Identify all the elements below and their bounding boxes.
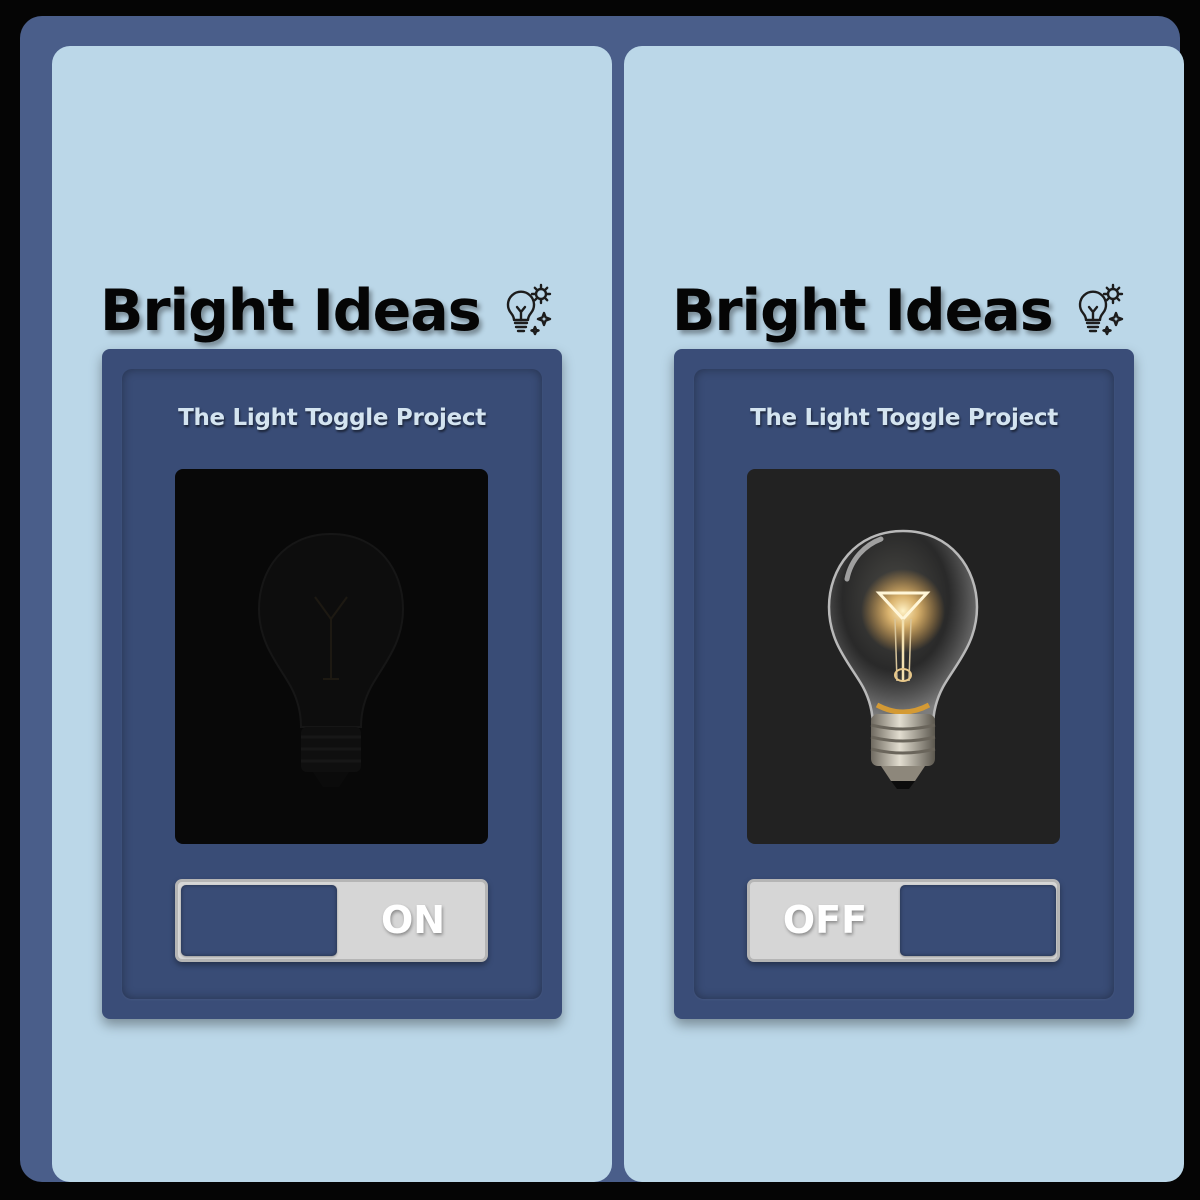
- toggle-card: The Light Toggle Project OFF: [674, 349, 1134, 1019]
- app-frame: Bright Ideas The Light Toggle Project ON…: [20, 16, 1184, 1182]
- toggle-knob[interactable]: [900, 885, 1056, 956]
- toggle-knob[interactable]: [181, 885, 337, 956]
- card-title: The Light Toggle Project: [750, 405, 1058, 431]
- lightbulb-off-image: [257, 532, 405, 787]
- lightbulb-on-image: [827, 529, 979, 789]
- light-toggle-switch[interactable]: OFF: [747, 879, 1060, 962]
- heading-title: Bright Ideas: [100, 278, 482, 344]
- light-toggle-switch[interactable]: ON: [175, 879, 488, 962]
- bulb-display: [175, 469, 488, 844]
- lightbulb-gear-sparkle-icon: [1069, 281, 1129, 341]
- panel-left: Bright Ideas The Light Toggle Project ON: [52, 46, 612, 1182]
- heading-title: Bright Ideas: [672, 278, 1054, 344]
- toggle-card-inner: The Light Toggle Project OFF: [694, 369, 1114, 999]
- toggle-card-inner: The Light Toggle Project ON: [122, 369, 542, 999]
- toggle-label: ON: [380, 898, 446, 942]
- toggle-card: The Light Toggle Project ON: [102, 349, 562, 1019]
- lightbulb-gear-sparkle-icon: [497, 281, 557, 341]
- card-title: The Light Toggle Project: [178, 405, 486, 431]
- toggle-label: OFF: [782, 898, 868, 942]
- bulb-display: [747, 469, 1060, 844]
- panel-right: Bright Ideas The Light Toggle Project OF…: [624, 46, 1184, 1182]
